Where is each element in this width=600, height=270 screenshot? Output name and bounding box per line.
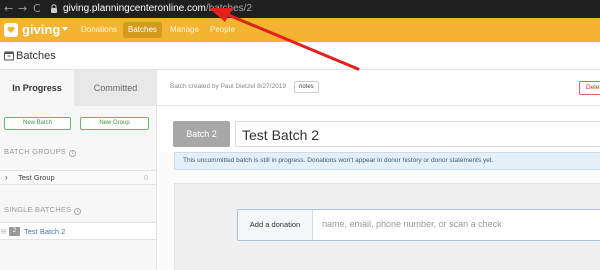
tab-in-progress[interactable]: In Progress	[0, 70, 74, 106]
batch-groups-label: BATCH GROUPS	[4, 147, 66, 156]
forward-icon[interactable]: →	[18, 3, 27, 15]
batch-title-row: Batch 2 Test Batch 2	[157, 106, 600, 152]
main-content: Batch created by Paul Dietzel 8/27/2019 …	[157, 70, 600, 270]
page-title: Batches	[16, 50, 56, 62]
group-count: 0	[144, 173, 149, 182]
batch-title: Test Batch 2	[242, 127, 320, 143]
chevron-down-icon[interactable]	[62, 27, 68, 31]
new-batch-button[interactable]: New Batch	[4, 117, 71, 130]
notes-button[interactable]: notes	[294, 81, 319, 93]
batch-created-text: Batch created by Paul Dietzel 8/27/2019	[170, 83, 286, 90]
reload-icon[interactable]: C	[33, 3, 41, 15]
info-icon[interactable]: i	[74, 208, 82, 215]
sidebar: In Progress Committed New Batch New Grou…	[0, 70, 157, 270]
chevron-right-icon[interactable]: ›	[5, 173, 8, 182]
info-icon[interactable]: i	[68, 150, 76, 157]
single-batch-name[interactable]: Test Batch 2	[24, 227, 65, 236]
lock-icon	[51, 4, 57, 13]
address-bar[interactable]: giving.planningcenteronline.com/batches/…	[63, 3, 252, 15]
nav-manage[interactable]: Manage	[165, 22, 204, 38]
nav-people[interactable]: People	[205, 22, 240, 38]
batch-badge: Batch 2	[173, 121, 230, 147]
batch-groups-heading: BATCH GROUPS i	[4, 147, 76, 157]
add-donation-label: Add a donation	[238, 210, 313, 240]
single-batch-row[interactable]: 2 Test Batch 2	[0, 222, 156, 240]
tab-committed[interactable]: Committed	[74, 70, 157, 106]
delete-button[interactable]: Delet	[579, 81, 600, 95]
donation-panel: Add a donation name, email, phone number…	[174, 183, 600, 270]
single-batches-heading: SINGLE BATCHES i	[4, 205, 82, 215]
url-host: giving.planningcenteronline.com	[63, 3, 206, 14]
batch-title-field[interactable]: Test Batch 2	[235, 121, 600, 147]
browser-toolbar: ← → C giving.planningcenteronline.com/ba…	[0, 0, 600, 18]
notice-text: This uncommitted batch is still in progr…	[183, 157, 494, 164]
app-logo[interactable]	[4, 23, 18, 37]
url-path: /batches/2	[205, 3, 253, 14]
heart-icon	[7, 26, 15, 33]
uncommitted-notice: This uncommitted batch is still in progr…	[174, 152, 600, 170]
batch-meta-bar: Batch created by Paul Dietzel 8/27/2019 …	[157, 70, 600, 106]
nav-donations[interactable]: Donations	[76, 22, 122, 38]
donation-search-input[interactable]: name, email, phone number, or scan a che…	[322, 219, 502, 229]
drag-handle-icon[interactable]	[1, 229, 6, 234]
group-row[interactable]: › Test Group 0	[0, 170, 156, 185]
nav-batches[interactable]: Batches	[123, 22, 162, 38]
single-batches-label: SINGLE BATCHES	[4, 205, 72, 214]
back-icon[interactable]: ←	[4, 3, 13, 15]
add-donation-field[interactable]: Add a donation name, email, phone number…	[237, 209, 600, 241]
app-header: giving Donations Batches Manage People	[0, 18, 600, 42]
page-title-bar: Batches	[0, 42, 600, 70]
group-name: Test Group	[18, 173, 55, 182]
box-icon	[4, 51, 14, 61]
brand-name[interactable]: giving	[22, 22, 60, 38]
new-group-button[interactable]: New Group	[80, 117, 149, 130]
batch-number-badge: 2	[9, 227, 20, 236]
